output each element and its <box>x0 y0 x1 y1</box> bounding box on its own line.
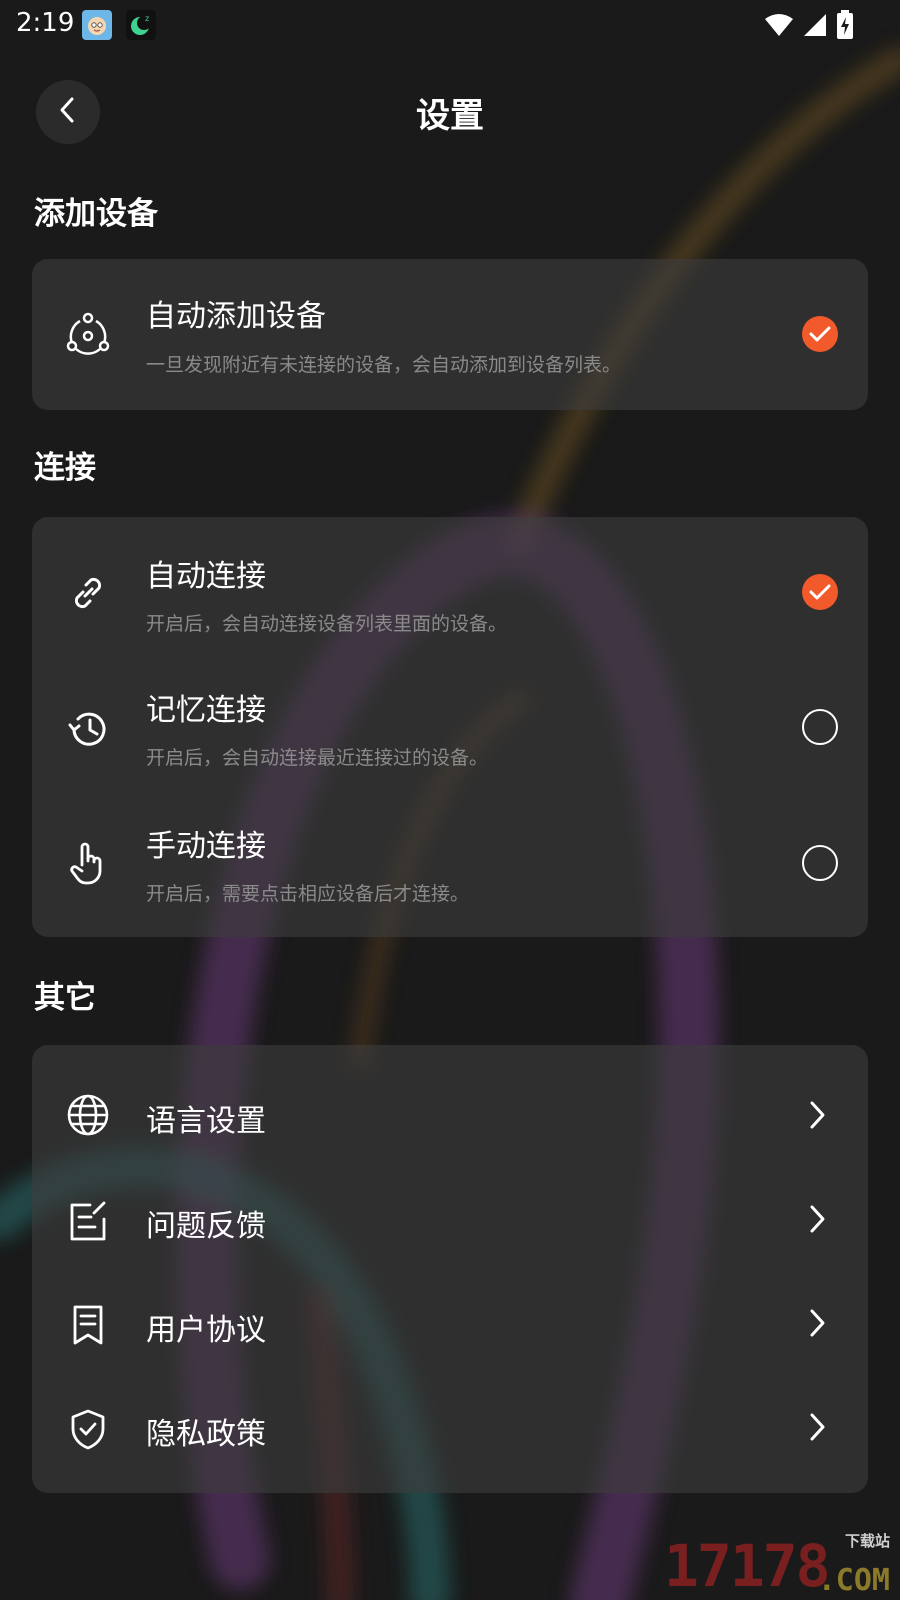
radio-unchecked-icon[interactable] <box>802 709 838 745</box>
row-description: 一旦发现附近有未连接的设备，会自动添加到设备列表。 <box>146 354 622 376</box>
menu-row-privacy-policy[interactable]: 隐私政策 <box>32 1373 868 1493</box>
shield-check-icon <box>66 1407 110 1451</box>
device-network-icon <box>66 311 110 355</box>
status-time: 2:19 <box>16 8 75 38</box>
page-title: 设置 <box>416 96 484 136</box>
row-description: 开启后，会自动连接最近连接过的设备。 <box>146 747 489 769</box>
wifi-icon <box>764 12 794 42</box>
watermark-number: 17178 <box>664 1532 831 1600</box>
battery-charging-icon <box>836 10 854 44</box>
moon-icon: z <box>126 10 156 40</box>
chevron-right-icon <box>808 1307 828 1339</box>
watermark-domain: .COM <box>817 1563 890 1598</box>
menu-row-feedback[interactable]: 问题反馈 <box>32 1165 868 1269</box>
link-icon <box>66 571 110 615</box>
row-title: 自动连接 <box>146 559 266 594</box>
hand-pointer-icon <box>66 841 110 885</box>
section-title-add-device: 添加设备 <box>34 196 158 232</box>
section-title-connection: 连接 <box>34 450 96 486</box>
watermark-top-text: 下载站 <box>844 1532 890 1550</box>
card-add-device: 自动添加设备 一旦发现附近有未连接的设备，会自动添加到设备列表。 <box>32 259 868 410</box>
setting-row-auto-add-device[interactable]: 自动添加设备 一旦发现附近有未连接的设备，会自动添加到设备列表。 <box>32 259 868 410</box>
row-description: 开启后，会自动连接设备列表里面的设备。 <box>146 613 508 635</box>
header: 设置 <box>0 78 900 144</box>
setting-row-memory-connect[interactable]: 记忆连接 开启后，会自动连接最近连接过的设备。 <box>32 657 868 793</box>
baby-face-icon <box>82 10 112 40</box>
section-title-other: 其它 <box>34 980 96 1016</box>
radio-unchecked-icon[interactable] <box>802 845 838 881</box>
document-icon <box>66 1303 110 1347</box>
chevron-right-icon <box>808 1099 828 1131</box>
row-title: 手动连接 <box>146 829 266 864</box>
svg-text:z: z <box>145 14 149 23</box>
card-other: 语言设置 问题反馈 用户协议 隐私政策 <box>32 1045 868 1493</box>
row-title: 用户协议 <box>146 1313 266 1348</box>
chevron-right-icon <box>808 1203 828 1235</box>
status-icons <box>764 10 854 44</box>
signal-icon <box>802 12 828 42</box>
chevron-right-icon <box>808 1411 828 1443</box>
row-title: 语言设置 <box>146 1104 266 1139</box>
row-title: 记忆连接 <box>146 693 266 728</box>
watermark-logo: 17178 下载站 .COM <box>664 1530 894 1600</box>
globe-icon <box>66 1093 110 1137</box>
history-icon <box>66 707 110 751</box>
setting-row-manual-connect[interactable]: 手动连接 开启后，需要点击相应设备后才连接。 <box>32 793 868 937</box>
card-connection: 自动连接 开启后，会自动连接设备列表里面的设备。 记忆连接 开启后，会自动连接最… <box>32 517 868 937</box>
edit-note-icon <box>66 1199 110 1243</box>
checkmark-icon[interactable] <box>802 574 838 610</box>
status-bar: 2:19 z <box>0 0 900 50</box>
row-title: 隐私政策 <box>146 1417 266 1452</box>
row-description: 开启后，需要点击相应设备后才连接。 <box>146 883 470 905</box>
setting-row-auto-connect[interactable]: 自动连接 开启后，会自动连接设备列表里面的设备。 <box>32 517 868 657</box>
checkmark-icon[interactable] <box>802 316 838 352</box>
row-title: 自动添加设备 <box>146 299 326 334</box>
menu-row-user-agreement[interactable]: 用户协议 <box>32 1269 868 1373</box>
menu-row-language[interactable]: 语言设置 <box>32 1045 868 1165</box>
row-title: 问题反馈 <box>146 1209 266 1244</box>
